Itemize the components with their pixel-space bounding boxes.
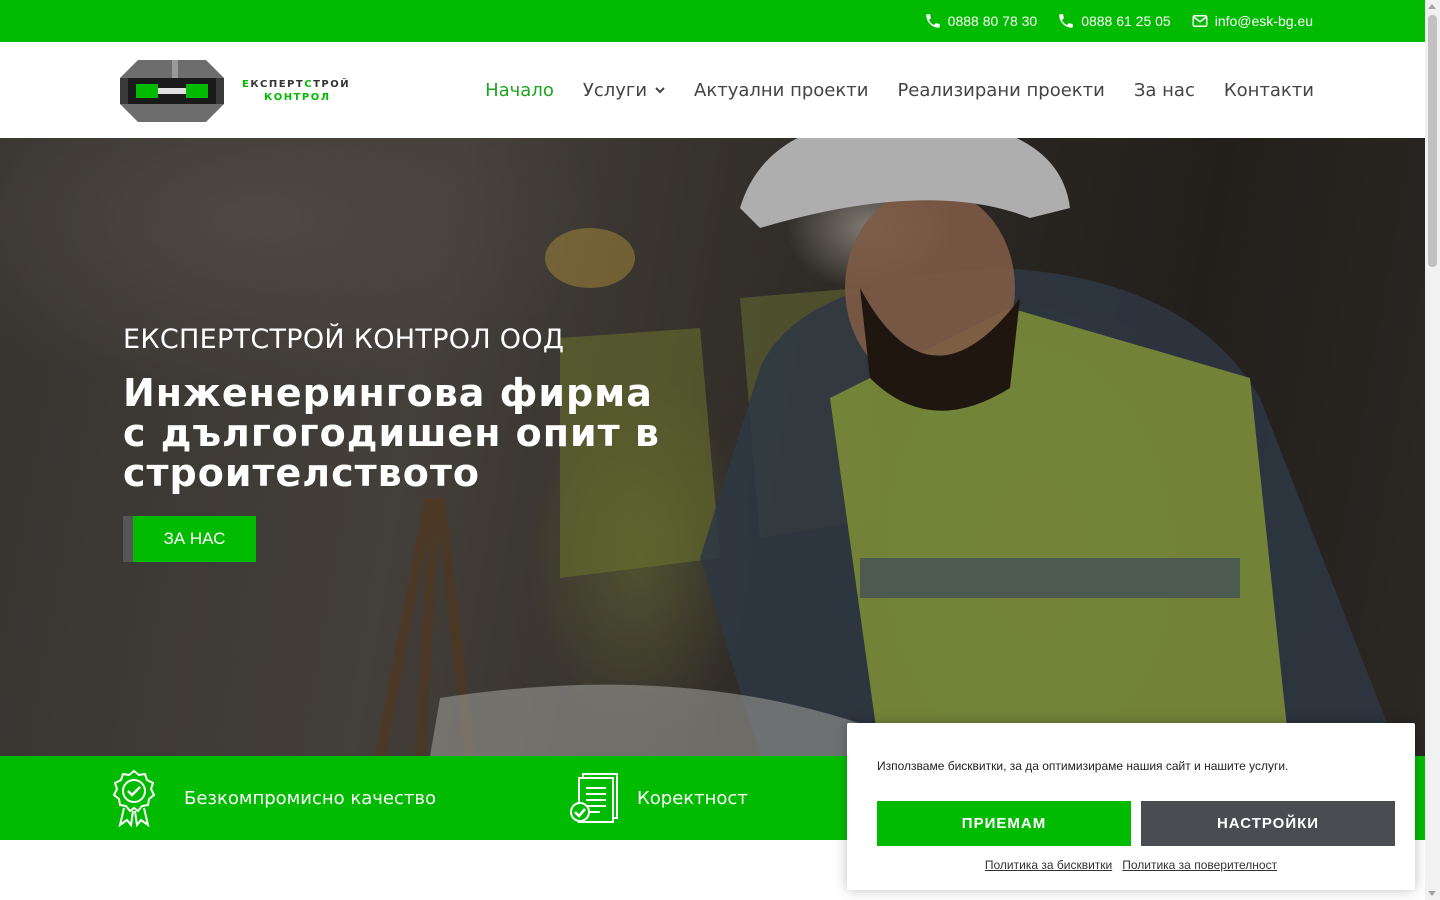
page: 0888 80 78 30 0888 61 25 05 info@esk-bg.… bbox=[0, 0, 1440, 900]
phone-number-1: 0888 80 78 30 bbox=[947, 13, 1038, 29]
envelope-icon bbox=[1192, 15, 1208, 27]
site-header: ЕКСПЕРТСТРОЙ КОНТРОЛ Начало Услуги Актуа… bbox=[0, 42, 1425, 138]
phone-icon bbox=[925, 14, 940, 28]
page-scrollbar[interactable] bbox=[1425, 0, 1440, 900]
hero-content: ЕКСПЕРТСТРОЙ КОНТРОЛ ООД Инженерингова ф… bbox=[123, 324, 723, 562]
about-us-button[interactable]: ЗА НАС bbox=[123, 516, 256, 562]
cookie-message: Използваме бисквитки, за да оптимизираме… bbox=[877, 759, 1289, 773]
feature-correctness: Коректност bbox=[569, 756, 748, 840]
logo-letter: С bbox=[304, 79, 314, 90]
cookie-policy-links: Политика за бисквитки Политика за повери… bbox=[847, 858, 1415, 872]
main-nav: Начало Услуги Актуални проекти Реализира… bbox=[485, 42, 1314, 138]
hero-title-line: Инженерингова фирма bbox=[123, 371, 653, 415]
nav-item-services[interactable]: Услуги bbox=[583, 80, 665, 101]
nav-item-contacts[interactable]: Контакти bbox=[1224, 80, 1314, 101]
phone-link-2[interactable]: 0888 61 25 05 bbox=[1057, 12, 1171, 30]
award-badge-icon bbox=[112, 769, 156, 827]
hero-title-line: с дългогодишен опит в bbox=[123, 411, 660, 455]
top-contact-bar: 0888 80 78 30 0888 61 25 05 info@esk-bg.… bbox=[0, 0, 1425, 42]
scroll-down-arrow-icon[interactable] bbox=[1428, 891, 1436, 896]
nav-label: Реализирани проекти bbox=[897, 79, 1105, 101]
hero-title-line: строителството bbox=[123, 451, 480, 495]
logo-letter: К bbox=[264, 92, 274, 103]
hero-company-name: ЕКСПЕРТСТРОЙ КОНТРОЛ ООД bbox=[123, 324, 565, 355]
feature-label: Безкомпромисно качество bbox=[184, 787, 436, 809]
nav-label: Актуални проекти bbox=[694, 79, 869, 101]
privacy-policy-link[interactable]: Политика за поверителност bbox=[1122, 858, 1277, 872]
logo-wordmark: ЕКСПЕРТСТРОЙ КОНТРОЛ bbox=[242, 78, 350, 104]
logo-mark-icon bbox=[120, 60, 224, 122]
nav-label: Контакти bbox=[1223, 79, 1314, 101]
phone-link-1[interactable]: 0888 80 78 30 bbox=[924, 12, 1038, 30]
nav-item-current-projects[interactable]: Актуални проекти bbox=[694, 80, 868, 101]
scrollbar-thumb[interactable] bbox=[1428, 15, 1437, 267]
cookie-policy-link[interactable]: Политика за бисквитки bbox=[985, 858, 1112, 872]
accept-cookies-button[interactable]: ПРИЕМАМ bbox=[877, 801, 1131, 846]
nav-label: За нас bbox=[1133, 79, 1195, 101]
nav-label: Начало bbox=[485, 79, 554, 101]
about-us-button-label: ЗА НАС bbox=[133, 516, 256, 562]
site-logo[interactable]: ЕКСПЕРТСТРОЙ КОНТРОЛ bbox=[118, 58, 363, 124]
logo-word: ТРОЙ bbox=[313, 79, 351, 90]
logo-word: КСПЕРТ bbox=[250, 79, 305, 90]
logo-word: ОНТРОЛ bbox=[273, 92, 331, 103]
nav-item-about[interactable]: За нас bbox=[1134, 80, 1195, 101]
feature-quality: Безкомпромисно качество bbox=[112, 756, 436, 840]
hero-title: Инженерингова фирма с дългогодишен опит … bbox=[123, 373, 723, 493]
cookie-settings-button[interactable]: НАСТРОЙКИ bbox=[1141, 801, 1395, 846]
email-address: info@esk-bg.eu bbox=[1214, 13, 1313, 29]
phone-icon bbox=[1059, 14, 1073, 28]
nav-item-completed-projects[interactable]: Реализирани проекти bbox=[897, 80, 1104, 101]
nav-item-home[interactable]: Начало bbox=[485, 80, 554, 101]
phone-number-2: 0888 61 25 05 bbox=[1081, 13, 1171, 29]
hero-section: ЕКСПЕРТСТРОЙ КОНТРОЛ ООД Инженерингова ф… bbox=[0, 138, 1425, 756]
email-link[interactable]: info@esk-bg.eu bbox=[1191, 12, 1313, 30]
chevron-down-icon bbox=[655, 87, 665, 94]
feature-label: Коректност bbox=[637, 787, 748, 809]
button-edge bbox=[123, 516, 133, 562]
document-check-icon bbox=[570, 773, 618, 823]
nav-label: Услуги bbox=[582, 79, 648, 101]
scroll-up-arrow-icon[interactable] bbox=[1428, 4, 1436, 9]
cookie-consent-banner: Използваме бисквитки, за да оптимизираме… bbox=[847, 723, 1415, 890]
